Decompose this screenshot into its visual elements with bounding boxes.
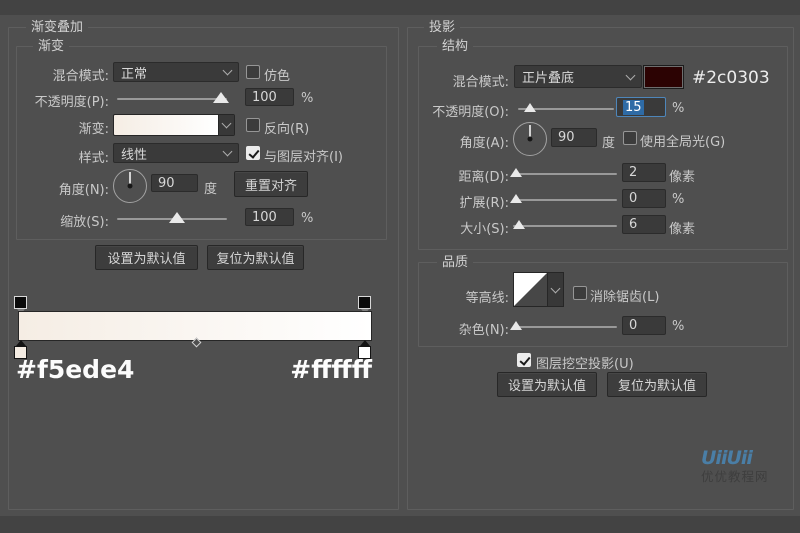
go-opacity-slider-thumb[interactable] (213, 92, 229, 103)
go-gradient-preview-fill (114, 115, 218, 135)
ds-opacity-input[interactable]: 15 (616, 97, 666, 117)
go-scale-input[interactable]: 100 (245, 208, 294, 226)
ds-opacity-label: 不透明度(O): (410, 101, 509, 120)
ds-noise-slider[interactable] (513, 326, 617, 328)
go-angle-input[interactable]: 90 (151, 174, 198, 192)
go-dither-label: 仿色 (264, 65, 290, 84)
gradient-section-title: 渐变 (33, 39, 69, 54)
go-gradient-label: 渐变: (20, 118, 109, 137)
ds-size-input[interactable]: 6 (622, 215, 666, 234)
chevron-down-icon (626, 70, 636, 80)
ds-knockout-label: 图层挖空投影(U) (536, 353, 634, 372)
gradient-end-hex-label: #ffffff (280, 355, 372, 384)
go-reset-align-button[interactable]: 重置对齐 (234, 171, 308, 197)
chevron-down-icon (551, 283, 561, 293)
go-align-checkbox[interactable] (246, 146, 260, 160)
watermark: UiiUii 优优教程网 (701, 449, 769, 484)
go-opacity-unit: % (301, 91, 313, 106)
go-reset-default-button[interactable]: 复位为默认值 (207, 245, 304, 270)
structure-section-title: 结构 (437, 39, 473, 54)
go-style-label: 样式: (20, 147, 109, 166)
shadow-color-swatch[interactable] (643, 65, 684, 89)
watermark-site-name: 优优教程网 (701, 471, 769, 484)
go-angle-dial[interactable] (113, 169, 147, 203)
ds-noise-unit: % (672, 319, 684, 334)
go-angle-label: 角度(N): (20, 179, 109, 198)
ds-size-label: 大小(S): (410, 218, 509, 237)
go-angle-unit: 度 (204, 178, 217, 197)
ds-noise-input[interactable]: 0 (622, 316, 666, 335)
dial-center-dot (528, 137, 533, 142)
ds-angle-unit: 度 (602, 132, 615, 151)
go-style-select[interactable]: 线性 (113, 143, 239, 163)
go-reverse-checkbox[interactable] (246, 118, 260, 132)
ds-distance-label: 距离(D): (410, 166, 509, 185)
ds-spread-input[interactable]: 0 (622, 189, 666, 208)
go-gradient-preview[interactable] (113, 114, 235, 136)
go-blend-mode-label: 混合模式: (20, 65, 109, 84)
ds-noise-slider-thumb[interactable] (510, 321, 522, 330)
ds-opacity-unit: % (672, 101, 684, 116)
go-blend-mode-value: 正常 (121, 63, 147, 82)
go-scale-slider-thumb[interactable] (169, 212, 185, 223)
go-set-default-button[interactable]: 设置为默认值 (95, 245, 198, 270)
ds-distance-input[interactable]: 2 (622, 163, 666, 182)
go-scale-label: 缩放(S): (20, 211, 109, 230)
ds-size-unit: 像素 (669, 218, 695, 237)
ds-angle-label: 角度(A): (410, 132, 509, 151)
ds-antialias-checkbox[interactable] (573, 286, 587, 300)
go-blend-mode-select[interactable]: 正常 (113, 62, 239, 82)
go-style-value: 线性 (121, 144, 147, 163)
drop-shadow-title: 投影 (424, 20, 460, 35)
ds-spread-slider-thumb[interactable] (510, 194, 522, 203)
ds-size-slider[interactable] (513, 225, 617, 227)
gradient-bar[interactable] (18, 311, 372, 341)
ds-set-default-button[interactable]: 设置为默认值 (497, 372, 597, 397)
ds-antialias-label: 消除锯齿(L) (590, 286, 659, 305)
ds-spread-slider[interactable] (513, 199, 617, 201)
go-scale-unit: % (301, 211, 313, 226)
gradient-start-hex-label: #f5ede4 (16, 355, 134, 384)
chevron-down-icon (223, 66, 233, 76)
contour-arrow[interactable] (547, 273, 563, 306)
go-reverse-label: 反向(R) (264, 118, 309, 137)
ds-distance-slider[interactable] (513, 173, 617, 175)
watermark-logo: UiiUii (701, 449, 769, 468)
go-opacity-label: 不透明度(P): (20, 91, 109, 110)
ds-knockout-checkbox[interactable] (517, 353, 531, 367)
ds-distance-unit: 像素 (669, 166, 695, 185)
chevron-down-icon (223, 147, 233, 157)
gradient-overlay-title: 渐变叠加 (26, 20, 88, 35)
ds-blend-mode-select[interactable]: 正片叠底 (514, 65, 642, 88)
ds-blend-mode-value: 正片叠底 (522, 67, 574, 86)
go-align-label: 与图层对齐(I) (264, 146, 343, 165)
bottom-band (0, 516, 800, 533)
ds-opacity-slider-thumb[interactable] (524, 103, 536, 112)
ds-spread-unit: % (672, 192, 684, 207)
ds-blend-mode-label: 混合模式: (410, 71, 509, 90)
ds-global-light-checkbox[interactable] (623, 131, 637, 145)
ds-size-slider-thumb[interactable] (513, 220, 525, 229)
ds-distance-slider-thumb[interactable] (510, 168, 522, 177)
top-band (0, 0, 800, 15)
go-dither-checkbox[interactable] (246, 65, 260, 79)
go-gradient-preview-arrow[interactable] (218, 115, 234, 135)
ds-contour-picker[interactable] (513, 272, 564, 307)
chevron-down-icon (222, 119, 232, 129)
quality-section-title: 品质 (437, 255, 473, 270)
ds-angle-input[interactable]: 90 (551, 128, 597, 147)
go-opacity-slider[interactable] (117, 98, 227, 100)
ds-global-light-label: 使用全局光(G) (640, 131, 725, 150)
dial-center-dot (128, 184, 133, 189)
shadow-color-hex-label: #2c0303 (692, 68, 770, 88)
go-opacity-input[interactable]: 100 (245, 88, 294, 106)
ds-reset-default-button[interactable]: 复位为默认值 (607, 372, 707, 397)
ds-spread-label: 扩展(R): (410, 192, 509, 211)
ds-noise-label: 杂色(N): (410, 319, 509, 338)
contour-thumbnail (514, 273, 547, 306)
ds-angle-dial[interactable] (513, 122, 547, 156)
ds-contour-label: 等高线: (410, 287, 509, 306)
